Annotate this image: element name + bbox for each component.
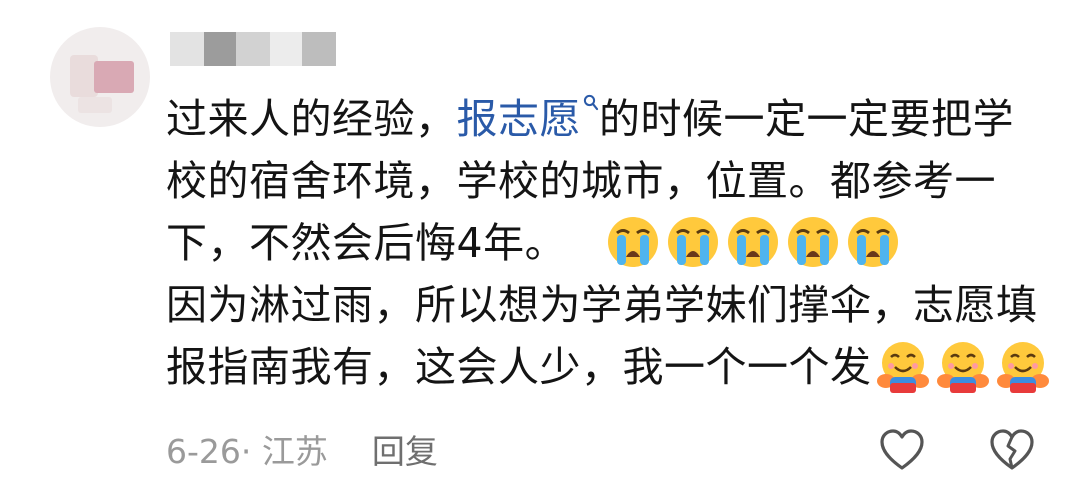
crying-face-icon	[666, 215, 720, 269]
comment-line: 下，不然会后悔4年。	[166, 212, 1056, 274]
search-icon[interactable]	[583, 88, 599, 118]
broken-heart-outline-icon[interactable]	[988, 428, 1036, 472]
comment-line: 报指南我有，这会人少，我一个一个发	[166, 336, 1056, 398]
topic-link[interactable]: 报志愿	[457, 95, 582, 143]
heart-outline-icon[interactable]	[878, 428, 926, 472]
comment-item: 过来人的经验，报志愿 的时候一定一定要把学 校的宿舍环境，学校的城市，位置。都参考…	[0, 0, 1080, 489]
comment-text: 校的宿舍环境，学校的城市，位置。都参考一	[166, 157, 996, 205]
comment-text: 报指南我有，这会人少，我一个一个发	[166, 343, 872, 391]
reply-button[interactable]: 回复	[372, 425, 438, 473]
crying-face-icon	[726, 215, 780, 269]
username-pixel-block	[204, 32, 236, 66]
crying-face-icon	[606, 215, 660, 269]
avatar[interactable]	[50, 27, 150, 127]
comment-text: 过来人的经验，	[166, 95, 457, 143]
hugging-face-icon	[996, 339, 1050, 393]
comment-body: 过来人的经验，报志愿 的时候一定一定要把学 校的宿舍环境，学校的城市，位置。都参考…	[166, 88, 1056, 398]
hugging-face-icon	[936, 339, 990, 393]
username-pixel-block	[270, 32, 302, 66]
avatar-pixel-block	[78, 97, 112, 113]
username-pixel-block	[170, 32, 204, 66]
comment-line: 因为淋过雨，所以想为学弟学妹们撑伞，志愿填	[166, 274, 1056, 336]
username-pixel-block	[236, 32, 270, 66]
username-pixelated[interactable]	[170, 32, 340, 66]
username-pixel-block	[302, 32, 336, 66]
comment-text: 下，不然会后悔4年。	[166, 219, 567, 267]
avatar-pixel-block	[94, 61, 134, 93]
comment-line: 过来人的经验，报志愿 的时候一定一定要把学	[166, 88, 1056, 150]
comment-text: 因为淋过雨，所以想为学弟学妹们撑伞，志愿填	[166, 281, 1038, 329]
comment-text: 的时候一定一定要把学	[599, 95, 1014, 143]
crying-face-icon	[786, 215, 840, 269]
comment-line: 校的宿舍环境，学校的城市，位置。都参考一	[166, 150, 1056, 212]
comment-footer: 6-26· 江苏 回复	[166, 424, 438, 474]
date-location: 6-26· 江苏	[166, 432, 328, 471]
hugging-face-icon	[876, 339, 930, 393]
crying-face-icon	[846, 215, 900, 269]
